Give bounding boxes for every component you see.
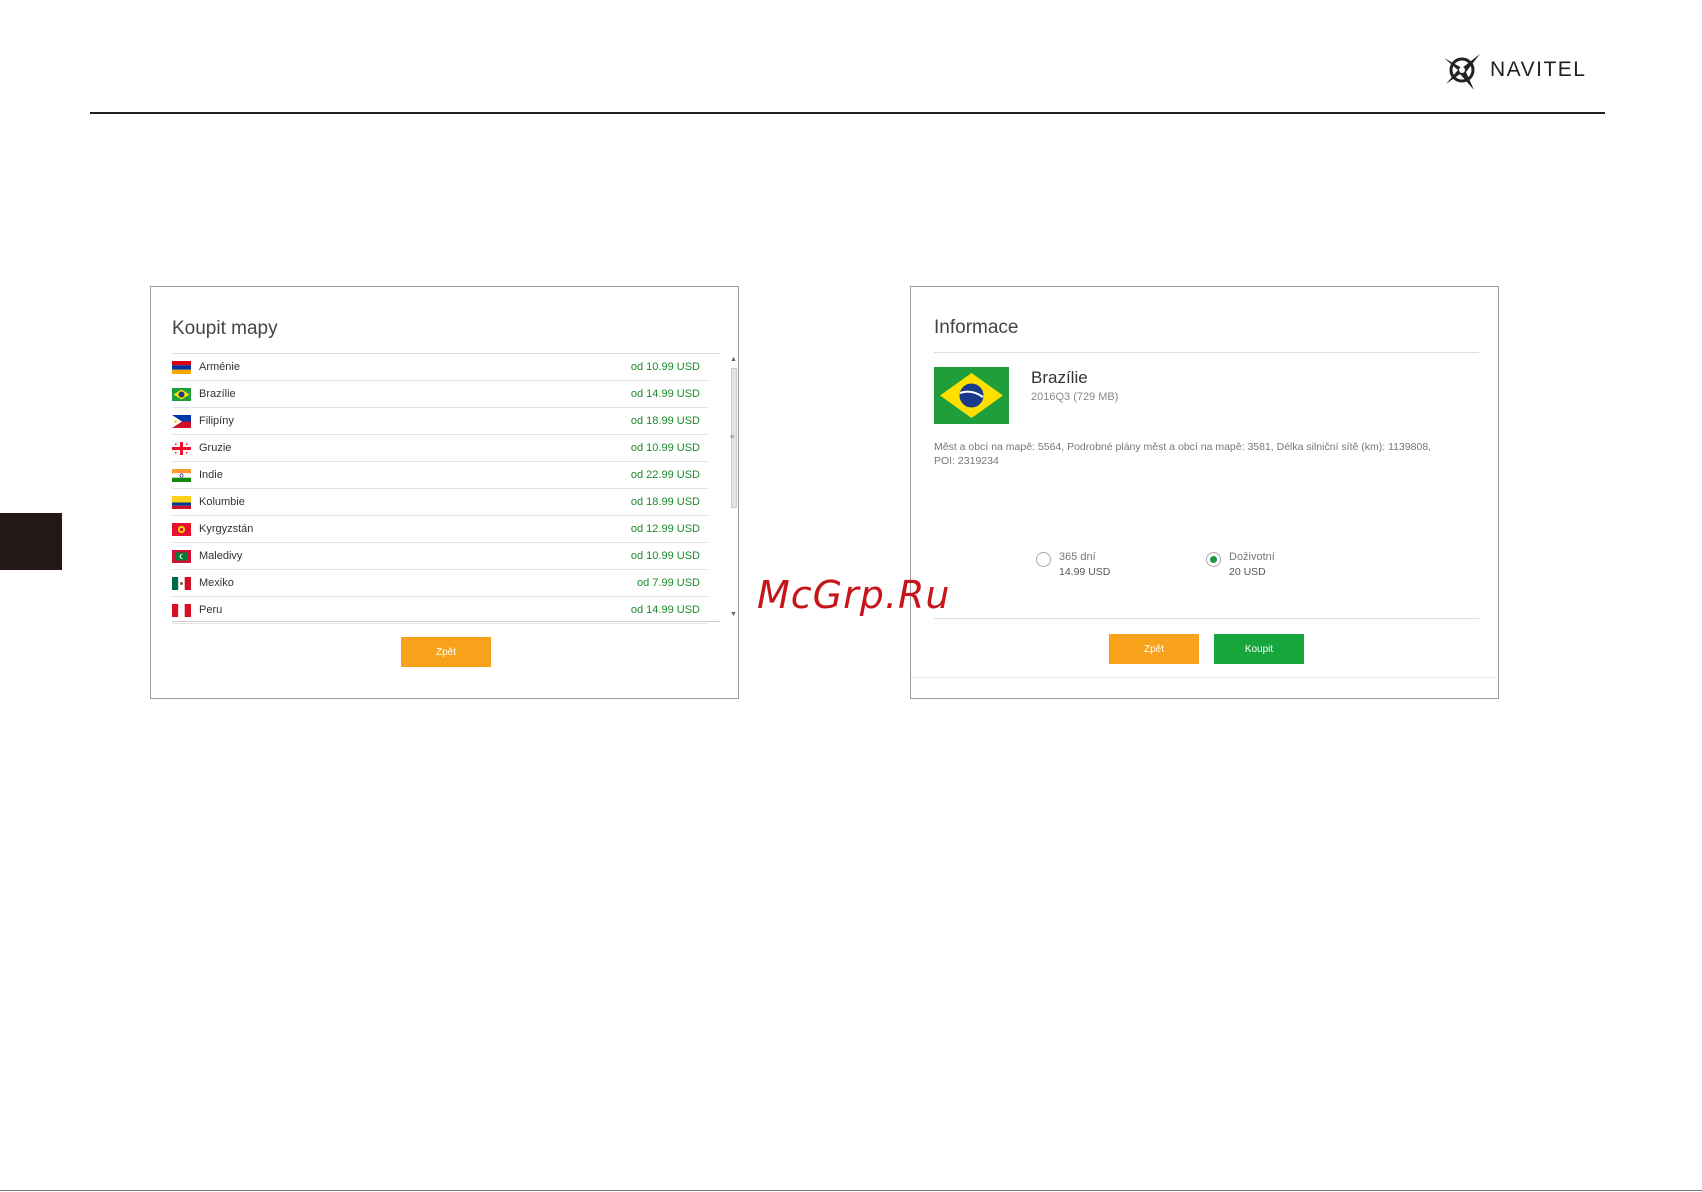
country-name: Maledivy xyxy=(199,550,243,562)
option-price: 20 USD xyxy=(1229,566,1266,578)
buy-button[interactable]: Koupit xyxy=(1214,634,1304,664)
country-price: od 14.99 USD xyxy=(630,604,700,616)
brazil-flag-icon xyxy=(172,387,191,401)
india-flag-icon xyxy=(172,468,191,482)
country-name: Filipíny xyxy=(199,415,234,427)
navitel-logo-icon xyxy=(1444,54,1480,90)
option-lifetime[interactable]: Doživotní 20 USD xyxy=(1206,551,1275,578)
side-chapter-tab xyxy=(0,513,62,570)
info-bottom-divider xyxy=(934,618,1479,619)
country-price: od 10.99 USD xyxy=(630,361,700,373)
info-panel: Informace Brazílie 2016Q3 (729 MB) Měst … xyxy=(910,286,1499,699)
selected-country-name: Brazílie xyxy=(1031,368,1088,387)
country-price: od 12.99 USD xyxy=(630,523,700,535)
list-item[interactable]: Indie od 22.99 USD xyxy=(172,462,708,489)
radio-button[interactable] xyxy=(1036,552,1051,567)
scroll-down-icon[interactable]: ▼ xyxy=(730,611,737,618)
brazil-flag-icon xyxy=(934,367,1009,424)
list-bottom-divider xyxy=(172,621,720,622)
back-button[interactable]: Zpět xyxy=(1109,634,1199,664)
country-price: od 7.99 USD xyxy=(637,577,700,589)
list-item[interactable]: Gruzie od 10.99 USD xyxy=(172,435,708,462)
back-button[interactable]: Zpět xyxy=(401,637,491,667)
option-label: 365 dní xyxy=(1059,551,1096,563)
watermark: McGrp.Ru xyxy=(757,573,951,617)
option-label: Doživotní xyxy=(1229,551,1275,563)
country-name: Kyrgyzstán xyxy=(199,523,254,535)
scroll-grip-icon: ≡ xyxy=(730,434,735,441)
brand-name: NAVITEL xyxy=(1490,58,1587,81)
list-item[interactable]: Arménie od 10.99 USD xyxy=(172,354,708,381)
peru-flag-icon xyxy=(172,603,191,617)
navitel-logo: NAVITEL xyxy=(1440,48,1586,92)
country-name: Indie xyxy=(199,469,223,481)
country-name: Brazílie xyxy=(199,388,236,400)
maldives-flag-icon xyxy=(172,549,191,563)
country-price: od 10.99 USD xyxy=(630,550,700,562)
list-item[interactable]: Kyrgyzstán od 12.99 USD xyxy=(172,516,708,543)
list-item[interactable]: Brazílie od 14.99 USD xyxy=(172,381,708,408)
country-price: od 18.99 USD xyxy=(630,496,700,508)
colombia-flag-icon xyxy=(172,495,191,509)
buy-maps-panel: Koupit mapy Arménie od 10.99 USD Brazíli… xyxy=(150,286,739,699)
country-price: od 14.99 USD xyxy=(630,388,700,400)
philippines-flag-icon xyxy=(172,414,191,428)
map-description: Měst a obcí na mapě: 5564, Podrobné plán… xyxy=(934,441,1432,467)
map-version: 2016Q3 (729 MB) xyxy=(1031,391,1119,403)
georgia-flag-icon xyxy=(172,441,191,455)
country-list: Arménie od 10.99 USD Brazílie od 14.99 U… xyxy=(172,354,708,624)
list-item[interactable]: Peru od 14.99 USD xyxy=(172,597,708,624)
info-title: Informace xyxy=(934,317,1019,338)
list-item[interactable]: Filipíny od 18.99 USD xyxy=(172,408,708,435)
info-divider xyxy=(934,352,1479,353)
radio-button-selected[interactable] xyxy=(1206,552,1221,567)
buy-maps-title: Koupit mapy xyxy=(172,318,278,339)
list-item[interactable]: Maledivy od 10.99 USD xyxy=(172,543,708,570)
footer-divider xyxy=(0,1190,1702,1191)
kyrgyzstan-flag-icon xyxy=(172,522,191,536)
armenia-flag-icon xyxy=(172,360,191,374)
country-price: od 18.99 USD xyxy=(630,415,700,427)
header-divider xyxy=(90,112,1605,114)
country-price: od 10.99 USD xyxy=(630,442,700,454)
list-scrollbar[interactable]: ▲ ≡ ▼ xyxy=(729,356,738,618)
scroll-up-icon[interactable]: ▲ xyxy=(730,356,737,363)
list-item[interactable]: Kolumbie od 18.99 USD xyxy=(172,489,708,516)
info-footer-divider xyxy=(911,677,1498,678)
option-365-days[interactable]: 365 dní 14.99 USD xyxy=(1036,551,1110,578)
mexico-flag-icon xyxy=(172,576,191,590)
option-price: 14.99 USD xyxy=(1059,566,1111,578)
country-name: Arménie xyxy=(199,361,240,373)
country-name: Peru xyxy=(199,604,223,616)
country-name: Kolumbie xyxy=(199,496,245,508)
country-name: Mexiko xyxy=(199,577,234,589)
list-item[interactable]: Mexiko od 7.99 USD xyxy=(172,570,708,597)
country-price: od 22.99 USD xyxy=(630,469,700,481)
country-name: Gruzie xyxy=(199,442,232,454)
